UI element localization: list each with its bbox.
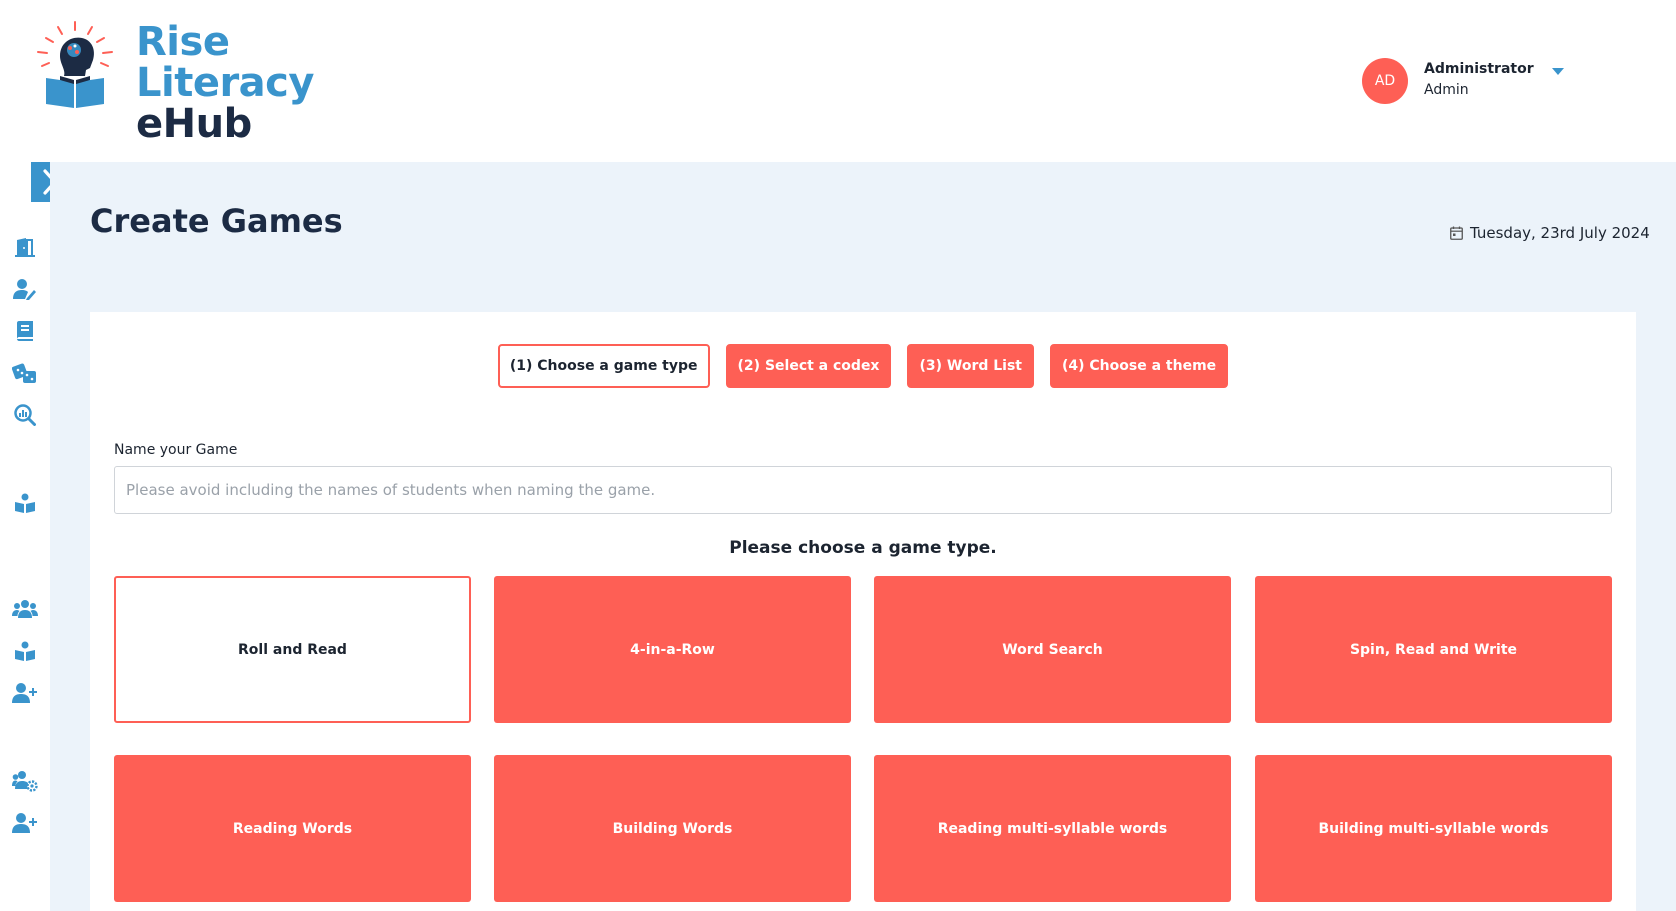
rise-literacy-logo[interactable]: Rise Literacy eHub xyxy=(30,18,330,148)
user-plus-icon xyxy=(12,683,37,703)
sidebar-item-games[interactable] xyxy=(12,360,38,386)
dice-icon xyxy=(12,363,36,383)
users-cog-icon xyxy=(12,771,38,792)
game-type-prompt: Please choose a game type. xyxy=(729,538,997,558)
reading-head-logo-icon xyxy=(37,21,113,108)
wizard-steps: (1) Choose a game type (2) Select a code… xyxy=(90,344,1636,388)
door-icon xyxy=(15,238,35,257)
game-type-building-words[interactable]: Building Words xyxy=(494,755,851,902)
caret-down-icon[interactable] xyxy=(1552,68,1564,75)
step-choose-theme[interactable]: (4) Choose a theme xyxy=(1050,344,1229,388)
main-content: Create Games Tuesday, 23rd July 2024 (1)… xyxy=(50,162,1676,911)
step-select-codex[interactable]: (2) Select a codex xyxy=(725,344,892,388)
game-type-reading-multi-syllable[interactable]: Reading multi-syllable words xyxy=(874,755,1231,902)
game-type-spin-read-write[interactable]: Spin, Read and Write xyxy=(1255,576,1612,723)
sidebar xyxy=(0,162,78,911)
sidebar-item-user-edit[interactable] xyxy=(12,276,38,302)
user-edit-icon xyxy=(13,279,36,300)
game-type-roll-and-read[interactable]: Roll and Read xyxy=(114,576,471,723)
step-choose-game-type[interactable]: (1) Choose a game type xyxy=(497,344,710,388)
game-type-reading-words[interactable]: Reading Words xyxy=(114,755,471,902)
step-word-list[interactable]: (3) Word List xyxy=(907,344,1034,388)
book-icon xyxy=(17,321,33,341)
sidebar-item-reading[interactable] xyxy=(12,490,38,516)
logo-line-rise: Rise xyxy=(136,19,230,65)
game-type-word-search[interactable]: Word Search xyxy=(874,576,1231,723)
sidebar-item-users[interactable] xyxy=(12,596,38,622)
game-type-building-multi-syllable[interactable]: Building multi-syllable words xyxy=(1255,755,1612,902)
page-title: Create Games xyxy=(90,202,343,240)
reading-icon xyxy=(15,493,35,513)
user-menu[interactable]: AD Administrator Admin xyxy=(1362,58,1572,106)
sidebar-item-add-user[interactable] xyxy=(12,680,38,706)
sidebar-item-reading-2[interactable] xyxy=(12,638,38,664)
user-plus-icon xyxy=(12,813,37,833)
calendar-icon xyxy=(1450,226,1463,240)
search-chart-icon xyxy=(14,404,36,426)
game-name-input[interactable] xyxy=(114,466,1612,514)
create-game-card: (1) Choose a game type (2) Select a code… xyxy=(90,312,1636,911)
user-name: Administrator xyxy=(1424,61,1534,77)
users-icon xyxy=(12,600,38,618)
user-role: Admin xyxy=(1424,82,1469,98)
game-name-label: Name your Game xyxy=(114,442,238,458)
sidebar-item-reports[interactable] xyxy=(12,402,38,428)
sidebar-item-add-user-2[interactable] xyxy=(12,810,38,836)
avatar: AD xyxy=(1362,58,1408,104)
reading-icon xyxy=(15,641,35,661)
date-text: Tuesday, 23rd July 2024 xyxy=(1470,224,1650,242)
app-header: Rise Literacy eHub AD Administrator Admi… xyxy=(0,0,1676,162)
sidebar-item-door[interactable] xyxy=(12,234,38,260)
sidebar-item-users-settings[interactable] xyxy=(12,768,38,794)
logo-line-literacy: Literacy xyxy=(136,60,314,106)
sidebar-item-book[interactable] xyxy=(12,318,38,344)
logo-wordmark: Rise Literacy eHub xyxy=(136,22,314,145)
current-date: Tuesday, 23rd July 2024 xyxy=(1450,224,1650,242)
game-type-4-in-a-row[interactable]: 4-in-a-Row xyxy=(494,576,851,723)
logo-line-ehub: eHub xyxy=(136,101,252,147)
